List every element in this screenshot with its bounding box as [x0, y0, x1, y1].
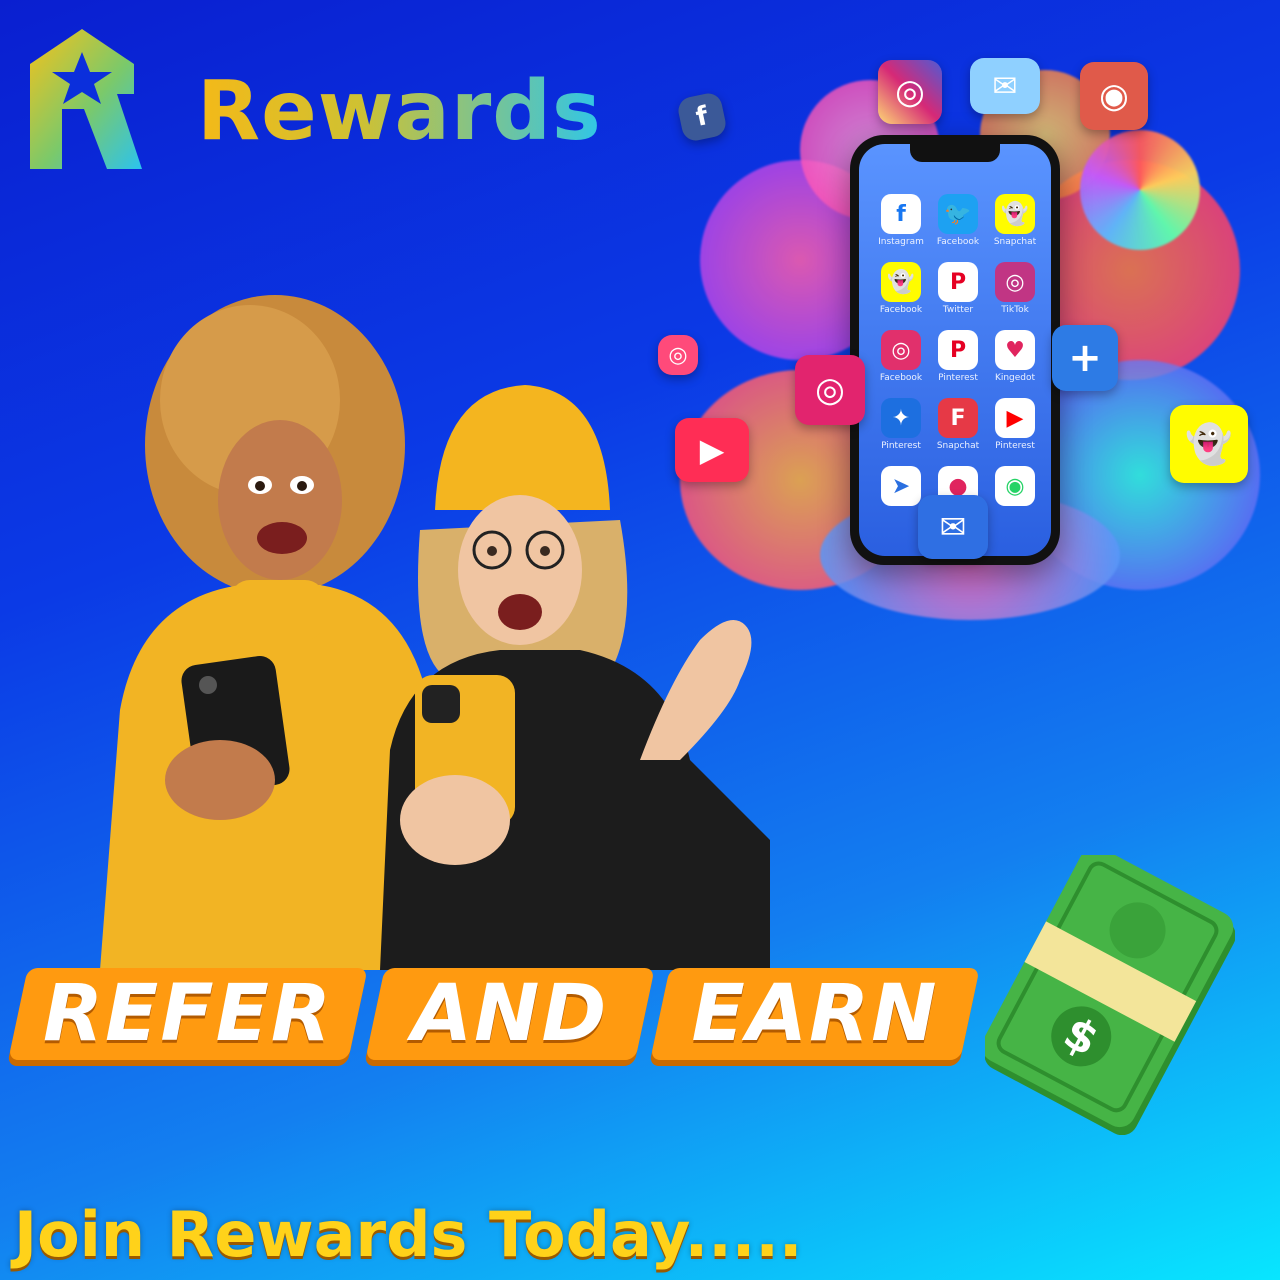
instagram-icon: ◎: [878, 60, 942, 124]
app-label: Facebook: [879, 305, 923, 315]
link-icon: +: [1052, 325, 1118, 391]
app-label: Snapchat: [936, 441, 980, 451]
snapchat-icon: 👻: [995, 194, 1035, 234]
app-label: Facebook: [936, 237, 980, 247]
app-label: Twitter: [942, 305, 974, 315]
promo-canvas: Rewards f Instagram 🐦 Facebook 👻 Snapchat 👻 Fac…: [0, 0, 1280, 1280]
heart-icon: ♥: [995, 330, 1035, 370]
whatsapp-icon: ◉: [995, 466, 1035, 506]
app-label: Snapchat: [993, 237, 1037, 247]
youtube-icon: ▶: [995, 398, 1035, 438]
brand-logo: Rewards: [22, 24, 601, 174]
refer-and-earn-banner: REFER AND EARN: [8, 968, 980, 1068]
app-label: Facebook: [879, 373, 923, 383]
app-label: Kingedot: [994, 373, 1036, 383]
app-label: Pinterest: [995, 441, 1035, 451]
banner-word-and: AND: [411, 969, 609, 1059]
instagram-icon: ◎: [995, 262, 1035, 302]
app-label: Instagram: [878, 237, 924, 247]
banner-word-refer: REFER: [43, 969, 333, 1059]
mail-icon: ✉: [918, 495, 988, 559]
app-label: Pinterest: [938, 373, 978, 383]
star-badge-icon: [30, 29, 142, 169]
facebook-icon: f: [881, 194, 921, 234]
dollar-bill-icon: $: [985, 855, 1235, 1135]
app-label: TikTok: [1001, 305, 1029, 315]
two-excited-women-with-phones: [100, 295, 770, 970]
app-label: Pinterest: [881, 441, 921, 451]
camera-icon: ◉: [1080, 62, 1148, 130]
pinterest-icon: P: [938, 330, 978, 370]
pinterest-icon: P: [938, 262, 978, 302]
bluebird-icon: ✦: [881, 398, 921, 438]
facebook-icon: f: [675, 90, 729, 144]
snapchat-icon: 👻: [881, 262, 921, 302]
flipboard-icon: F: [938, 398, 978, 438]
twitter-icon: ✉: [970, 58, 1040, 114]
podcast-icon: ◎: [795, 355, 865, 425]
brand-name: Rewards: [197, 64, 602, 159]
twitter-icon: 🐦: [938, 194, 978, 234]
snapchat-icon: 👻: [1170, 405, 1248, 483]
banner-word-earn: EARN: [691, 969, 939, 1059]
send-icon: ➤: [881, 466, 921, 506]
instagram-icon: ◎: [881, 330, 921, 370]
join-tagline: Join Rewards Today.....: [14, 1198, 803, 1271]
